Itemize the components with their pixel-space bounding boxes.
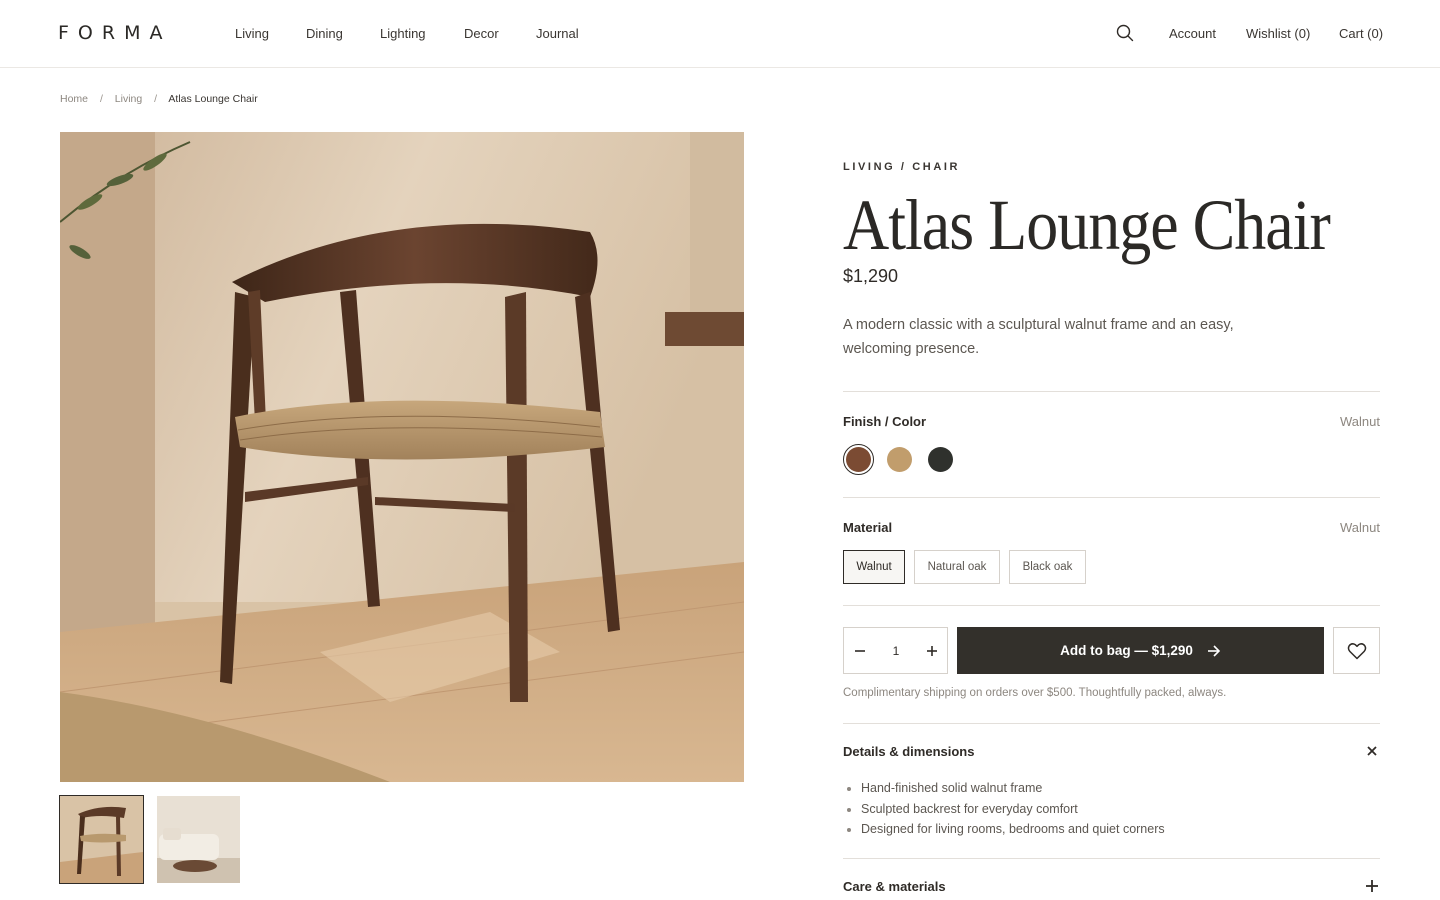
thumbnail-room[interactable] — [157, 796, 240, 883]
finish-label: Finish / Color — [843, 414, 927, 429]
breadcrumb: Home / Living / Atlas Lounge Chair — [60, 93, 258, 105]
brand-logo[interactable]: FORMA — [58, 22, 171, 44]
cart-link[interactable]: Cart (0) — [1339, 26, 1383, 41]
accordion-details-title[interactable]: Details & dimensions — [843, 744, 974, 759]
product-title: Atlas Lounge Chair — [843, 185, 1331, 265]
nav-journal[interactable]: Journal — [536, 26, 579, 41]
list-item: Designed for living rooms, bedrooms and … — [861, 819, 1165, 840]
material-selected-value: Walnut — [1340, 520, 1380, 535]
material-option-walnut[interactable]: Walnut — [843, 550, 905, 584]
material-option-natural-oak[interactable]: Natural oak — [914, 550, 1000, 584]
nav-lighting[interactable]: Lighting — [380, 26, 426, 41]
swatch-natural-oak[interactable] — [887, 447, 912, 472]
divider — [843, 391, 1380, 392]
plus-icon — [927, 645, 937, 656]
nav-dining[interactable]: Dining — [306, 26, 343, 41]
account-link[interactable]: Account — [1169, 26, 1216, 41]
finish-selected-value: Walnut — [1340, 414, 1380, 429]
nav-living[interactable]: Living — [235, 26, 269, 41]
divider — [843, 605, 1380, 606]
breadcrumb-separator: / — [154, 93, 158, 105]
swatch-black-oak[interactable] — [928, 447, 953, 472]
add-to-bag-label: Add to bag — $1,290 — [1060, 643, 1193, 658]
breadcrumb-current: Atlas Lounge Chair — [168, 93, 258, 105]
material-option-black-oak[interactable]: Black oak — [1009, 550, 1086, 584]
product-price: $1,290 — [843, 266, 899, 286]
arrow-right-icon — [1207, 644, 1221, 657]
wishlist-link[interactable]: Wishlist (0) — [1246, 26, 1310, 41]
list-item: Hand-finished solid walnut frame — [861, 778, 1165, 799]
material-label: Material — [843, 520, 893, 535]
divider — [843, 723, 1380, 724]
site-header: FORMA Living Dining Lighting Decor Journ… — [0, 0, 1440, 68]
add-to-bag-button[interactable]: Add to bag — $1,290 — [957, 627, 1324, 674]
thumbnail-chair[interactable] — [59, 795, 144, 884]
product-description: A modern classic with a sculptural walnu… — [843, 317, 1234, 357]
shipping-note: Complimentary shipping on orders over $5… — [843, 687, 1227, 699]
minus-icon — [855, 649, 865, 652]
divider — [843, 858, 1380, 859]
quantity-value[interactable]: 1 — [876, 628, 916, 673]
nav-decor[interactable]: Decor — [464, 26, 499, 41]
product-kicker: LIVING / CHAIR — [843, 161, 961, 173]
wishlist-button[interactable] — [1333, 627, 1380, 674]
breadcrumb-separator: / — [99, 93, 103, 105]
swatch-walnut[interactable] — [846, 447, 871, 472]
heart-icon — [1347, 642, 1366, 659]
breadcrumb-category[interactable]: Living — [115, 93, 142, 105]
list-item: Sculpted backrest for everyday comfort — [861, 799, 1165, 820]
close-icon[interactable] — [1364, 743, 1380, 759]
details-list: Hand-finished solid walnut frame Sculpte… — [861, 778, 1165, 840]
quantity-stepper: 1 — [843, 627, 948, 674]
product-main-image[interactable] — [60, 132, 744, 782]
quantity-increase-button[interactable] — [916, 628, 948, 673]
accordion-care-title[interactable]: Care & materials — [843, 879, 946, 894]
divider — [843, 497, 1380, 498]
plus-icon[interactable] — [1364, 878, 1380, 894]
search-icon[interactable] — [1116, 24, 1134, 42]
quantity-decrease-button[interactable] — [844, 628, 876, 673]
breadcrumb-home[interactable]: Home — [60, 93, 88, 105]
